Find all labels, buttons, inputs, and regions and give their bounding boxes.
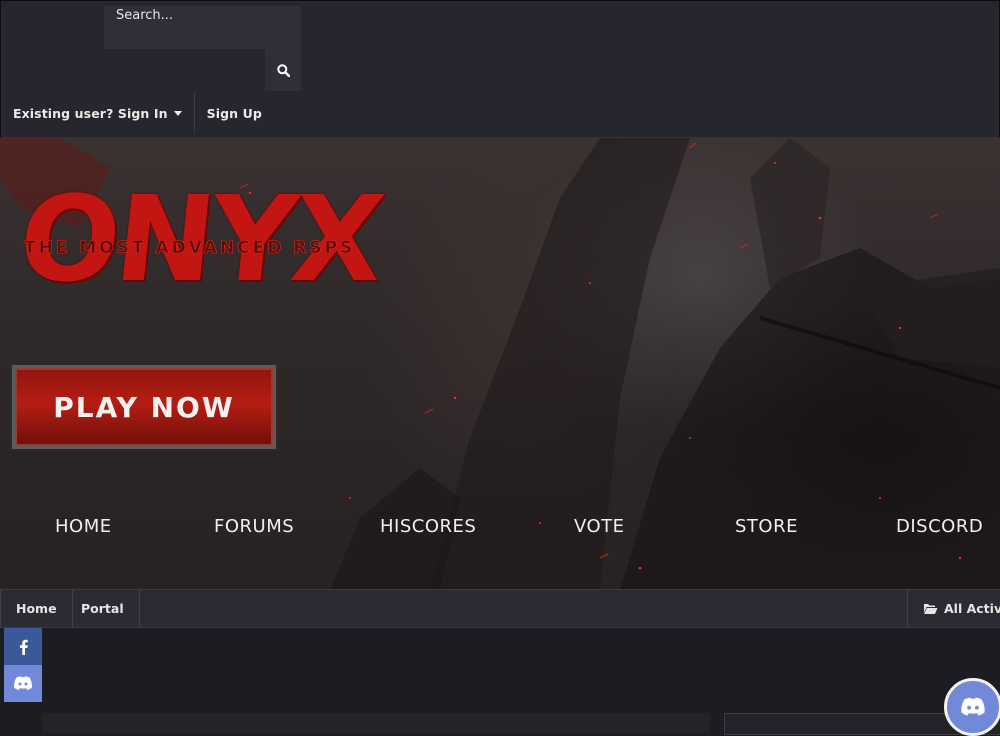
discord-icon	[14, 676, 32, 690]
breadcrumb: Home Portal All Activity	[0, 589, 1000, 628]
breadcrumb-portal-label: Portal	[81, 601, 124, 616]
breadcrumb-portal[interactable]: Portal	[66, 590, 140, 627]
user-bar: Search... Existing user? Sign In Sign Up	[0, 0, 1000, 138]
nav-item-hiscores[interactable]: HISCORES	[380, 516, 476, 537]
hero-banner: ONYX THE MOST ADVANCED RSPS PLAY NOW HOM…	[0, 138, 1000, 590]
search-icon	[276, 63, 290, 77]
onyx-logo[interactable]: ONYX THE MOST ADVANCED RSPS	[13, 170, 400, 328]
nav-item-vote[interactable]: VOTE	[574, 516, 625, 537]
logo-tagline: THE MOST ADVANCED RSPS	[24, 238, 356, 259]
sign-up-label: Sign Up	[206, 105, 262, 121]
caret-down-icon	[173, 110, 182, 116]
breadcrumb-home[interactable]: Home	[0, 590, 73, 627]
sign-up-link[interactable]: Sign Up	[195, 92, 274, 134]
play-now-button[interactable]: PLAY NOW	[12, 365, 276, 449]
sign-in-link[interactable]: Existing user? Sign In	[1, 92, 195, 134]
user-links: Existing user? Sign In Sign Up	[1, 92, 274, 134]
search-input[interactable]: Search...	[104, 6, 301, 49]
content-panel-main	[42, 713, 710, 733]
all-activity-label: All Activity	[944, 601, 1000, 616]
nav-item-discord[interactable]: DISCORD	[896, 516, 983, 537]
main-nav: HOME FORUMS HISCORES VOTE STORE DISCORD	[0, 516, 1000, 556]
nav-item-home[interactable]: HOME	[55, 516, 112, 537]
play-now-label: PLAY NOW	[53, 390, 235, 424]
nav-item-store[interactable]: STORE	[735, 516, 798, 537]
nav-item-forums[interactable]: FORUMS	[214, 516, 294, 537]
discord-widget-button[interactable]	[944, 678, 1000, 736]
search-button[interactable]	[265, 49, 301, 91]
all-activity-link[interactable]: All Activity	[907, 590, 1000, 627]
discord-icon	[961, 697, 985, 716]
folder-open-icon	[924, 603, 938, 614]
discord-button[interactable]	[4, 665, 42, 702]
facebook-icon	[19, 639, 28, 655]
breadcrumb-home-label: Home	[16, 601, 57, 616]
sign-in-label: Existing user? Sign In	[13, 105, 168, 121]
facebook-button[interactable]	[4, 628, 42, 665]
search-placeholder: Search...	[116, 8, 174, 23]
